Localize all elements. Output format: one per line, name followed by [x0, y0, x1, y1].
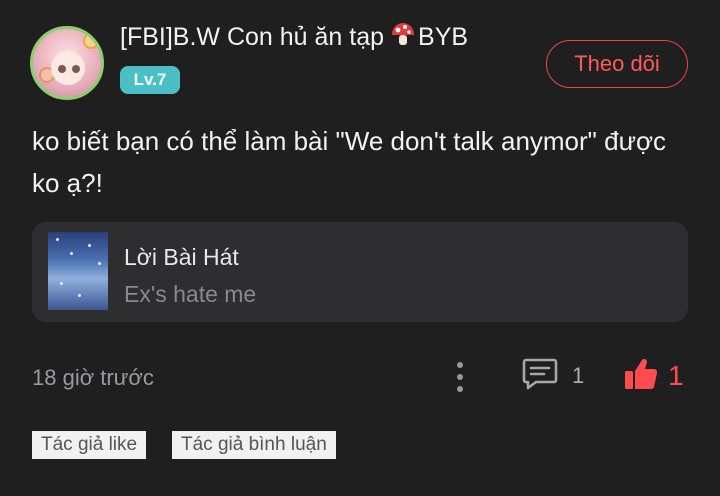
song-thumbnail: [48, 232, 108, 310]
tag-author-comment: Tác giả bình luận: [172, 431, 336, 459]
comment-icon: [522, 357, 558, 396]
thumbs-up-icon: [624, 357, 658, 396]
author-name[interactable]: [FBI]B.W Con hủ ăn tạp BYB: [120, 22, 468, 55]
follow-button[interactable]: Theo dõi: [546, 40, 688, 88]
more-vertical-icon[interactable]: [448, 360, 472, 394]
author-name-text: [FBI]B.W Con hủ ăn tạp: [120, 23, 385, 51]
comment-count: 1: [572, 363, 585, 388]
post-timestamp: 18 giờ trước: [32, 365, 154, 390]
level-badge: Lv.7: [120, 66, 180, 94]
author-avatar[interactable]: [30, 26, 104, 100]
like-button[interactable]: 1: [624, 356, 684, 396]
like-count: 1: [668, 360, 684, 391]
song-artist: Ex's hate me: [124, 281, 257, 307]
post-text: ko biết bạn có thể làm bài "We don't tal…: [32, 126, 667, 198]
song-title: Lời Bài Hát: [124, 244, 239, 270]
tag-author-like: Tác giả like: [32, 431, 147, 459]
song-card[interactable]: Lời Bài Hát Ex's hate me: [32, 222, 688, 322]
comment-button[interactable]: 1: [522, 358, 584, 394]
mushroom-icon: [390, 22, 416, 55]
author-name-suffix: BYB: [418, 23, 469, 51]
